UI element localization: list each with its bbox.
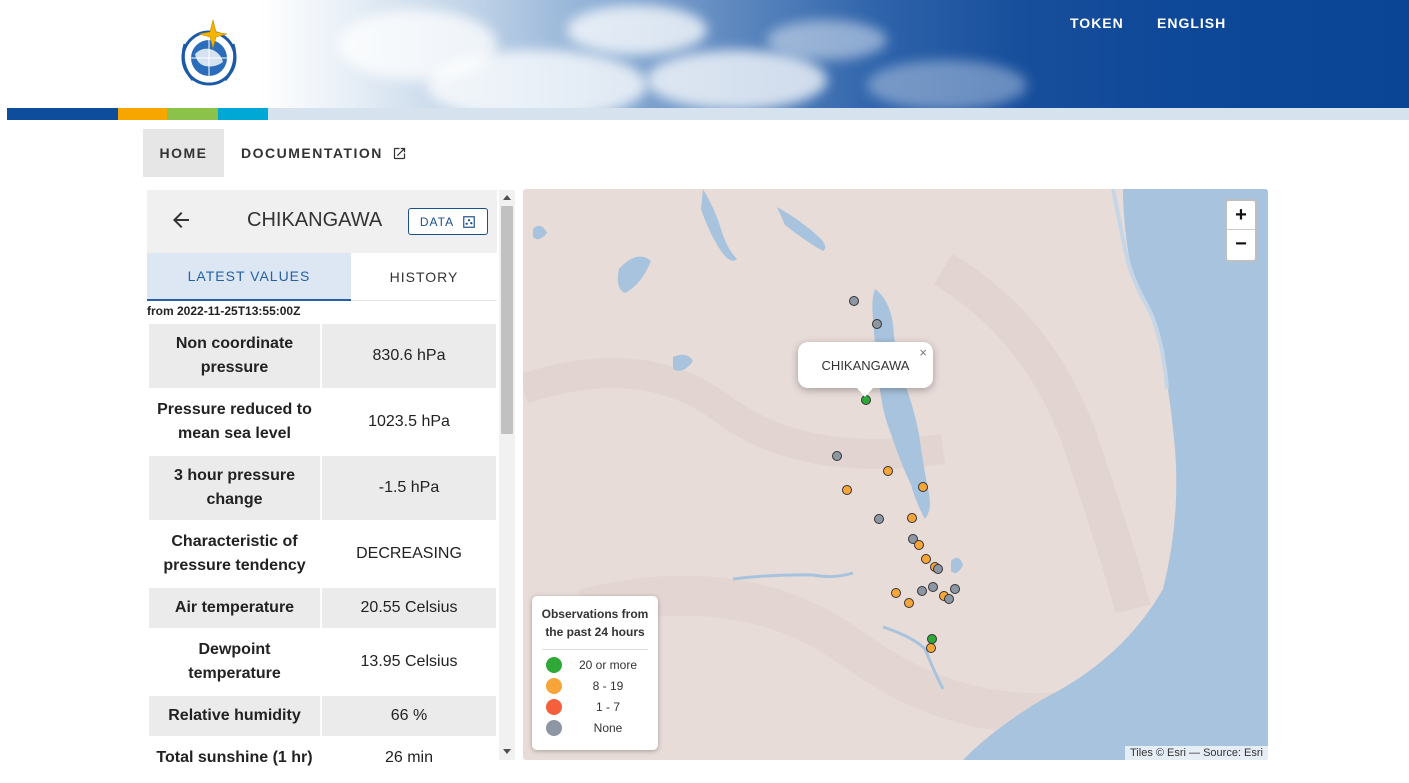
legend-label: 20 or more [578,658,638,672]
color-stripe-green [167,108,218,120]
language-selector[interactable]: ENGLISH [1157,15,1226,31]
station-marker[interactable] [849,296,859,306]
station-marker[interactable] [918,482,928,492]
station-marker[interactable] [921,554,931,564]
wmo-emblem-icon[interactable] [169,14,249,94]
observation-label: Total sunshine (1 hr) [149,738,322,778]
observation-label: Air temperature [149,588,322,628]
station-marker[interactable] [874,514,884,524]
zoom-in-button[interactable]: + [1227,201,1255,230]
legend-item: 8 - 19 [546,677,654,695]
scatter-chart-icon [463,215,475,228]
station-marker[interactable] [872,319,882,329]
observation-label: Dewpoint temperature [149,630,322,694]
legend-divider [542,649,648,650]
legend-label: 8 - 19 [592,679,624,693]
station-marker[interactable] [917,586,927,596]
table-row: Non coordinate pressure 830.6 hPa [149,324,496,390]
panel-scrollbar[interactable] [499,190,515,760]
legend-dot-orange [546,678,562,694]
observation-value: 20.55 Celsius [360,599,458,616]
color-stripe-cyan [218,108,268,120]
station-marker[interactable] [907,513,917,523]
table-row: Total sunshine (1 hr) 26 min [149,738,496,780]
station-marker[interactable] [883,466,893,476]
popup-close-icon[interactable]: × [919,345,927,360]
observation-value: 26 min [384,749,434,766]
legend-item: 1 - 7 [546,698,654,716]
legend-title-line1: Observations from [541,607,649,621]
legend-dot-red [546,699,562,715]
observation-value: -1.5 hPa [378,479,440,496]
color-stripe-light [268,108,1409,120]
table-row: Relative humidity 66 % [149,696,496,738]
table-row: Dewpoint temperature 13.95 Celsius [149,630,496,696]
legend-dot-grey [546,720,562,736]
tab-latest-values[interactable]: LATEST VALUES [147,253,351,301]
station-marker[interactable] [933,564,943,574]
observation-value: 1023.5 hPa [368,413,450,430]
tab-history[interactable]: HISTORY [351,253,497,301]
stations-map[interactable]: CHIKANGAWA × + − Observations from the p… [523,189,1268,760]
color-stripe-blue [7,108,118,120]
legend-title: Observations from the past 24 hours [532,605,658,641]
observation-value: 830.6 hPa [372,347,446,364]
zoom-control: + − [1225,199,1257,262]
observation-label: Characteristic of pressure tendency [149,522,322,586]
observation-label: Non coordinate pressure [149,324,322,388]
legend-title-line2: the past 24 hours [545,625,645,639]
popup-station-label: CHIKANGAWA [821,357,910,373]
station-marker[interactable] [891,588,901,598]
observation-label: Relative humidity [149,696,322,736]
map-legend: Observations from the past 24 hours 20 o… [532,596,658,750]
station-panel: CHIKANGAWA DATA LATEST VALUES HISTORY fr… [147,190,497,783]
station-marker[interactable] [926,643,936,653]
popup-tip [856,387,874,397]
scroll-down-icon[interactable] [503,749,511,754]
data-button-label: DATA [419,214,455,229]
observation-label: Pressure reduced to mean sea level [149,390,322,454]
legend-item: 20 or more [546,656,654,674]
legend-item: None [546,719,654,737]
legend-label: None [593,721,623,735]
nav-home[interactable]: HOME [143,129,224,177]
table-row: Characteristic of pressure tendency DECR… [149,522,496,588]
external-link-icon [393,147,405,159]
station-marker[interactable] [914,540,924,550]
nav-documentation-label: DOCUMENTATION [241,145,383,161]
station-marker[interactable] [904,598,914,608]
station-marker[interactable] [950,584,960,594]
scroll-up-icon[interactable] [503,195,511,200]
station-marker[interactable] [944,594,954,604]
legend-dot-green [546,657,562,673]
station-marker[interactable] [832,451,842,461]
observation-value: 66 % [390,707,428,724]
map-attribution: Tiles © Esri — Source: Esri [1125,746,1268,760]
color-stripe-orange [118,108,167,120]
legend-label: 1 - 7 [595,700,620,714]
table-row: Air temperature 20.55 Celsius [149,588,496,630]
data-button[interactable]: DATA [408,208,488,235]
observation-value: 13.95 Celsius [360,653,458,670]
station-marker[interactable] [928,582,938,592]
table-row: Pressure reduced to mean sea level 1023.… [149,390,496,456]
back-arrow-icon[interactable] [169,208,193,232]
observation-label: 3 hour pressure change [149,456,322,520]
zoom-out-button[interactable]: − [1227,230,1255,259]
observation-value: DECREASING [356,545,462,562]
nav-documentation[interactable]: DOCUMENTATION [241,129,407,177]
observations-table: Non coordinate pressure 830.6 hPa Pressu… [149,324,496,780]
token-link[interactable]: TOKEN [1070,15,1124,31]
station-popup: CHIKANGAWA × [798,342,933,388]
scrollbar-thumb[interactable] [501,206,513,434]
station-marker[interactable] [842,485,852,495]
site-header: TOKEN ENGLISH [7,0,1409,108]
station-header: CHIKANGAWA DATA [147,190,497,253]
observation-timestamp: from 2022-11-25T13:55:00Z [147,304,301,318]
table-row: 3 hour pressure change -1.5 hPa [149,456,496,522]
station-name: CHIKANGAWA [247,209,383,231]
